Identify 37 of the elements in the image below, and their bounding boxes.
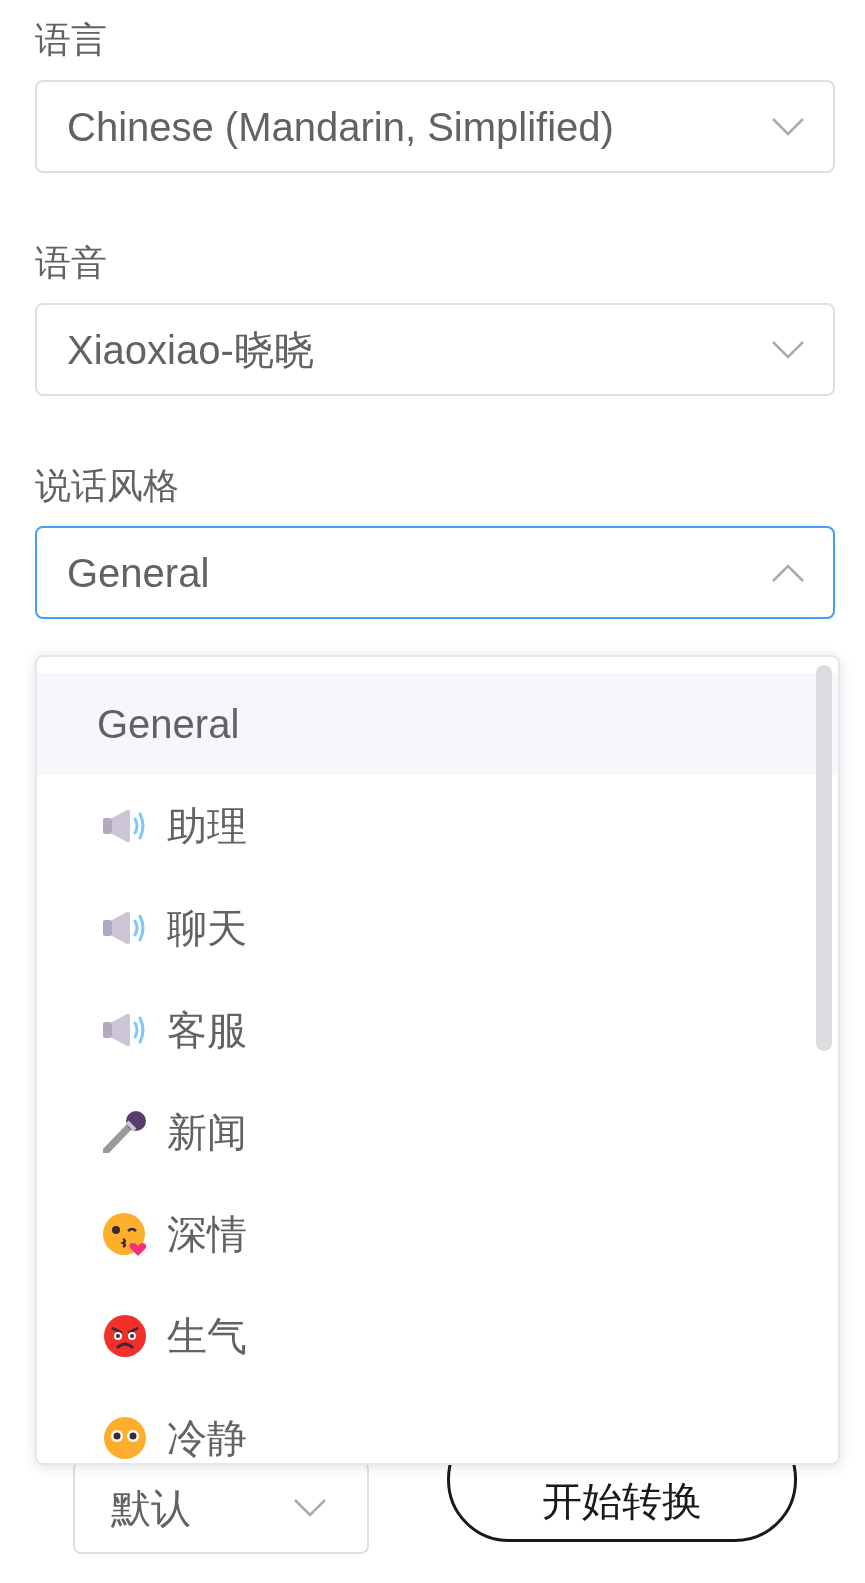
option-label: 新闻 — [167, 1109, 247, 1156]
dropdown-option[interactable]: 生气 — [37, 1285, 838, 1387]
speaker-icon — [103, 808, 147, 844]
field-label: 语音 — [35, 245, 108, 281]
dropdown-option[interactable]: 客服 — [37, 979, 838, 1081]
angry-face-icon — [103, 1314, 147, 1358]
field-label: 说话风格 — [35, 468, 180, 504]
select-field[interactable]: General — [35, 526, 835, 619]
caret-down-icon — [771, 340, 805, 359]
dropdown-option[interactable]: 新闻 — [37, 1081, 838, 1183]
caret-down-icon — [293, 1498, 327, 1517]
option-label: 深情 — [167, 1211, 247, 1258]
caret-up-icon — [771, 563, 805, 582]
select-value: General — [67, 549, 210, 597]
caret-down-icon — [771, 117, 805, 136]
dropdown-option[interactable]: 助理 — [37, 775, 838, 877]
dropdown-option[interactable]: 聊天 — [37, 877, 838, 979]
option-label: 冷静 — [167, 1415, 247, 1462]
select-value: Chinese (Mandarin, Simplified) — [67, 103, 614, 151]
wide-eyed-face-icon — [103, 1416, 147, 1460]
select-field[interactable]: Xiaoxiao-晓晓 — [35, 303, 835, 396]
option-label: 客服 — [167, 1007, 247, 1054]
speaker-icon — [103, 1012, 147, 1048]
microphone-icon — [103, 1111, 147, 1153]
option-label: 生气 — [167, 1313, 247, 1360]
option-label: General — [97, 701, 240, 748]
option-label: 聊天 — [167, 905, 247, 952]
dropdown-option[interactable]: 深情 — [37, 1183, 838, 1285]
select-value: Xiaoxiao-晓晓 — [67, 326, 314, 374]
field-label: 语言 — [35, 22, 108, 58]
select-field[interactable]: Chinese (Mandarin, Simplified) — [35, 80, 835, 173]
speaker-icon — [103, 910, 147, 946]
option-label: 助理 — [167, 803, 247, 850]
select-value: 默认 — [111, 1484, 191, 1532]
scrollbar-thumb[interactable] — [816, 665, 832, 1051]
dropdown-option[interactable]: General — [37, 673, 838, 775]
kissing-face-icon — [103, 1212, 147, 1256]
